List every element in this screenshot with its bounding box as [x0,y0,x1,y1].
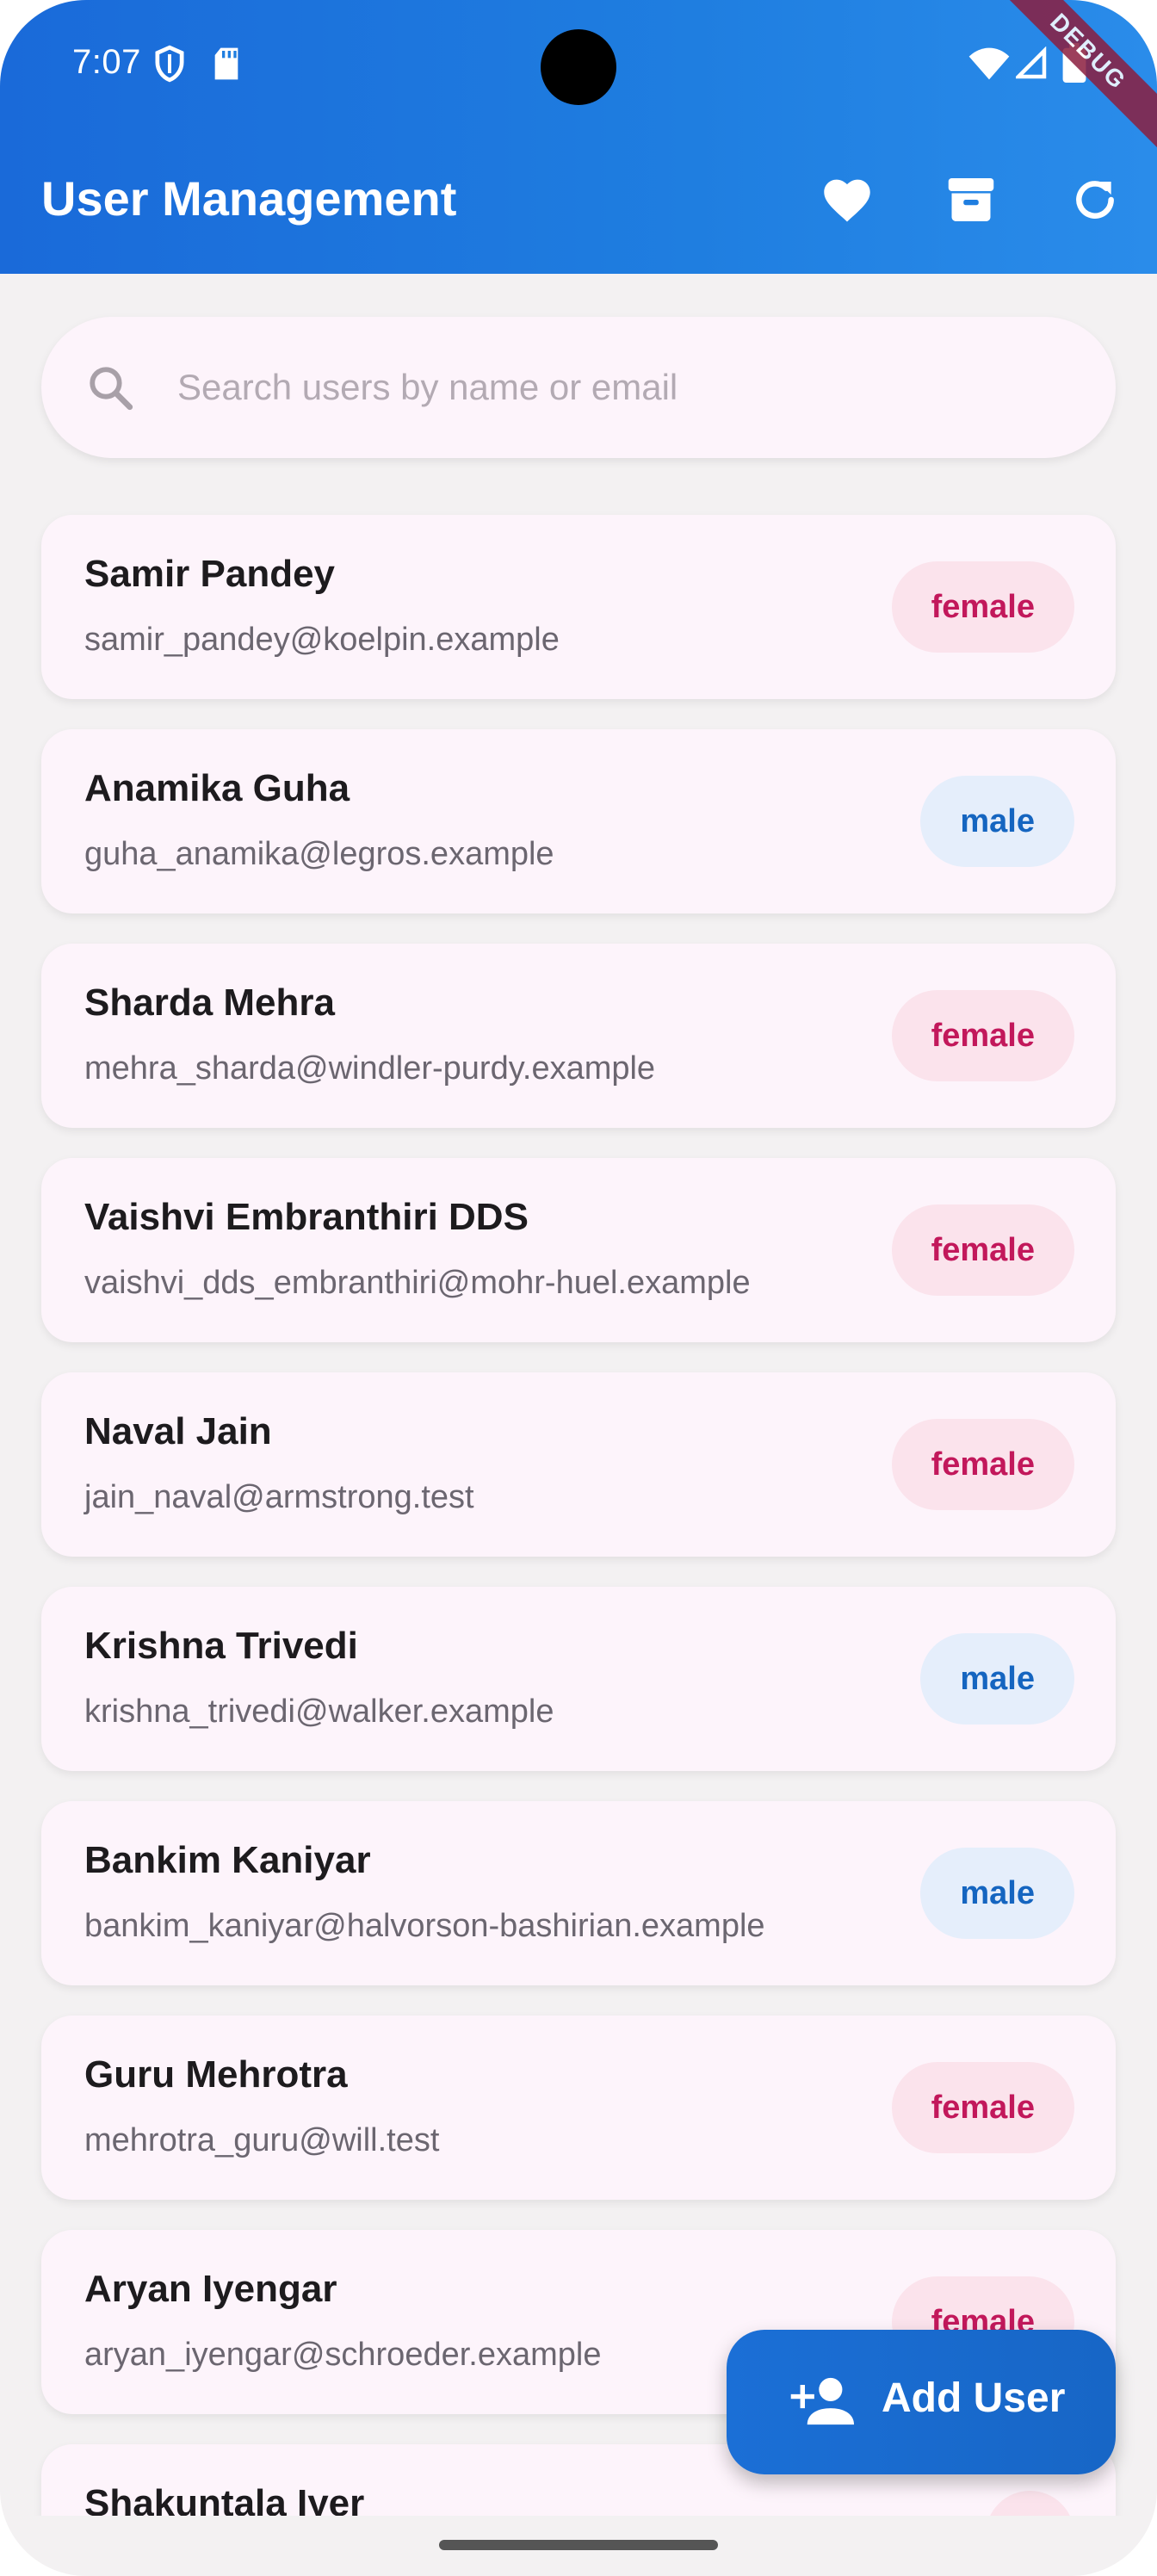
user-card[interactable]: Samir Pandey samir_pandey@koelpin.exampl… [41,515,1116,699]
user-email: vaishvi_dds_embranthiri@mohr-huel.exampl… [84,1265,751,1301]
signal-icon [1016,46,1047,79]
phone-screen: 7:07 DEBUG User Management Search users … [0,0,1157,2576]
user-name: Aryan Iyengar [84,2268,337,2310]
camera-cutout [541,29,616,105]
search-bar[interactable] [41,317,1116,458]
refresh-button[interactable] [1064,169,1126,231]
archive-button[interactable] [940,169,1002,231]
user-email: bankim_kaniyar@halvorson-bashirian.examp… [84,1908,765,1944]
gender-chip[interactable]: male [920,776,1074,867]
user-name: Naval Jain [84,1410,272,1452]
status-time: 7:07 [72,43,141,81]
gender-chip[interactable]: female [891,1419,1074,1510]
gesture-bar[interactable] [439,2540,718,2550]
wifi-icon [968,47,1010,80]
gender-chip[interactable] [986,2491,1074,2516]
main-content: Samir Pandey samir_pandey@koelpin.exampl… [0,274,1157,2516]
sd-card-icon [214,47,238,80]
user-name: Guru Mehrotra [84,2053,348,2096]
user-card[interactable]: Bankim Kaniyar bankim_kaniyar@halvorson-… [41,1801,1116,1985]
user-name: Shakuntala Iyer [84,2482,365,2516]
gender-chip[interactable]: female [891,1204,1074,1296]
add-user-button[interactable]: Add User [727,2330,1116,2474]
user-card[interactable]: Naval Jain jain_naval@armstrong.test fem… [41,1372,1116,1557]
gender-chip[interactable]: female [891,2062,1074,2153]
favorites-button[interactable] [816,169,878,231]
archive-icon [948,178,994,221]
user-email: guha_anamika@legros.example [84,836,554,872]
heart-icon [824,179,870,222]
gender-chip[interactable]: male [920,1633,1074,1725]
user-name: Sharda Mehra [84,981,335,1024]
user-email: mehra_sharda@windler-purdy.example [84,1050,656,1087]
user-email: krishna_trivedi@walker.example [84,1694,554,1730]
gender-chip[interactable]: female [891,561,1074,653]
app-header: 7:07 DEBUG User Management [0,0,1157,274]
add-person-icon [790,2377,854,2425]
user-email: jain_naval@armstrong.test [84,1479,474,1515]
user-name: Bankim Kaniyar [84,1839,371,1881]
user-name: Samir Pandey [84,553,336,595]
page-title: User Management [41,171,457,226]
add-user-label: Add User [882,2375,1066,2421]
user-list: Samir Pandey samir_pandey@koelpin.exampl… [41,515,1116,2516]
gender-chip[interactable]: male [920,1848,1074,1939]
user-email: samir_pandey@koelpin.example [84,622,560,658]
search-icon [90,367,133,411]
search-input[interactable] [176,317,1080,458]
user-card[interactable]: Anamika Guha guha_anamika@legros.example… [41,729,1116,913]
user-card[interactable]: Krishna Trivedi krishna_trivedi@walker.e… [41,1587,1116,1771]
status-bar: 7:07 DEBUG [0,0,1157,157]
user-email: mehrotra_guru@will.test [84,2122,440,2158]
shield-icon [155,45,184,83]
user-name: Krishna Trivedi [84,1625,358,1667]
user-name: Vaishvi Embranthiri DDS [84,1196,529,1238]
user-card[interactable]: Vaishvi Embranthiri DDS vaishvi_dds_embr… [41,1158,1116,1342]
user-name: Anamika Guha [84,767,350,809]
refresh-icon [1076,181,1114,219]
user-card[interactable]: Sharda Mehra mehra_sharda@windler-purdy.… [41,944,1116,1128]
gender-chip[interactable]: female [891,990,1074,1081]
user-email: aryan_iyengar@schroeder.example [84,2337,602,2373]
user-card[interactable]: Guru Mehrotra mehrotra_guru@will.test fe… [41,2016,1116,2200]
